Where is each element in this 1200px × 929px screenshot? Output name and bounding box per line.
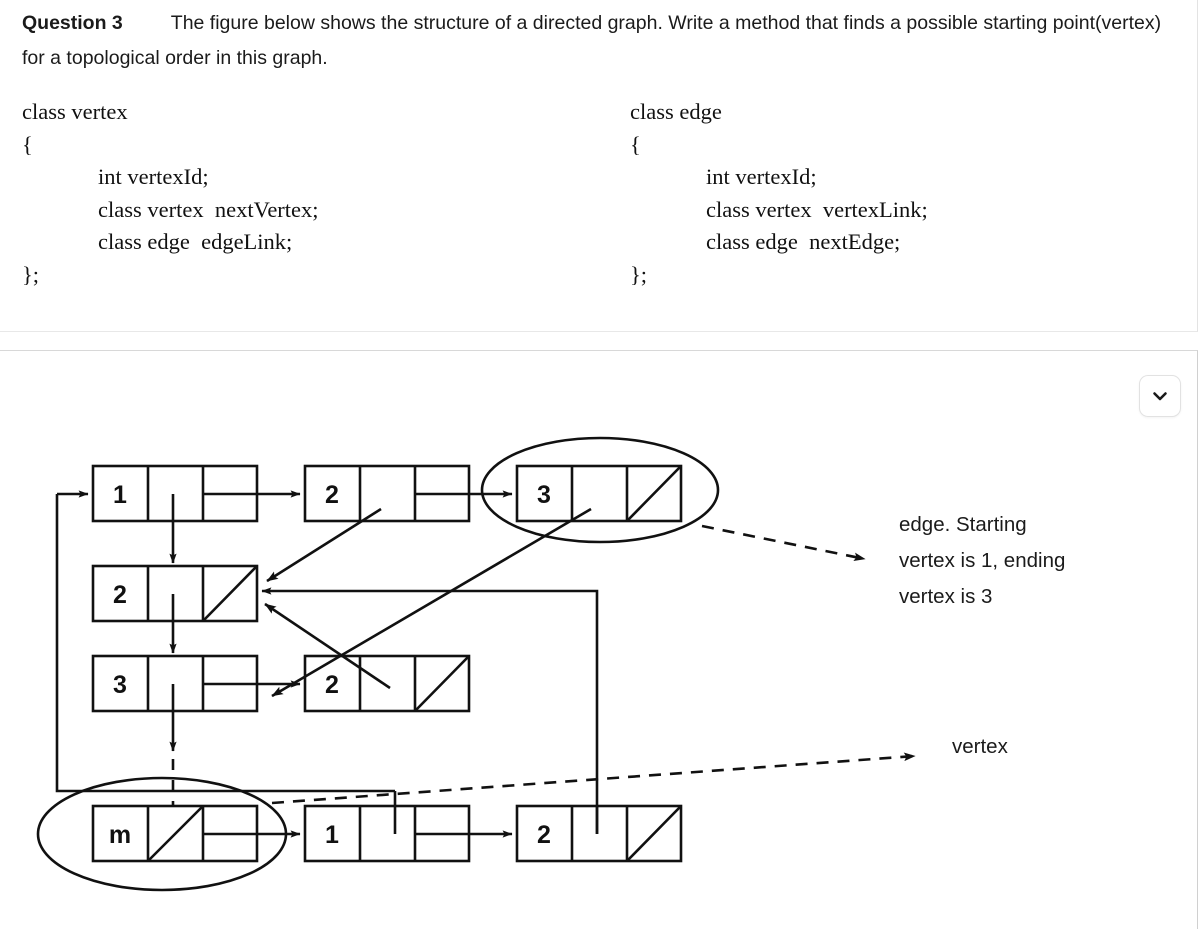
vertex-annotation-line-0: vertex [952, 735, 1009, 758]
class-edge-code: class edge { int vertexId; class vertex … [630, 96, 928, 291]
class-vertex-open-brace: { [22, 131, 33, 157]
node-label-edge-2: 2 [325, 481, 339, 509]
edge-annotation-line-1: vertex is 1, ending [899, 549, 1065, 572]
class-edge-member-2: class edge nextEdge; [706, 229, 901, 254]
vertex-annotation: vertex [952, 735, 1009, 758]
question-panel: Question 3 The figure below shows the str… [0, 0, 1198, 332]
edge-annotation-line-2: vertex is 3 [899, 585, 992, 608]
question-label: Question 3 [22, 12, 123, 34]
node-label-edge-2b: 2 [325, 671, 339, 699]
node-label-vertex-3: 3 [113, 671, 127, 699]
class-edge-member-0: int vertexId; [706, 164, 817, 189]
node-label-vertex-m: m [109, 821, 131, 849]
class-vertex-member-1: class vertex nextVertex; [98, 196, 319, 222]
vertex-annotation-leader [271, 752, 916, 805]
question-prompt: Question 3 The figure below shows the str… [22, 6, 1162, 76]
graph-structure-figure: 1 2 3 2 3 2 m 1 2 edge. Starting vertex … [36, 436, 1065, 892]
class-edge-close-brace: }; [630, 261, 648, 287]
screenshot-root: Question 3 The figure below shows the str… [0, 0, 1200, 929]
node-label-edge-3: 3 [537, 481, 551, 509]
edge-annotation-line-0: edge. Starting [899, 513, 1027, 536]
edge-annotation: edge. Starting vertex is 1, ending verte… [899, 513, 1065, 608]
class-vertex-member-0: int vertexId; [98, 164, 209, 189]
class-edge-header: class edge [630, 99, 722, 124]
edge-annotation-leader [701, 524, 866, 562]
node-label-edge-2c: 2 [537, 821, 551, 849]
class-vertex-code: class vertex { int vertexId; class verte… [22, 96, 319, 291]
node-label-vertex-1: 1 [113, 481, 127, 509]
figure-panel: 1 2 3 2 3 2 m 1 2 edge. Starting vertex … [0, 350, 1198, 929]
question-text: The figure below shows the structure of … [22, 12, 1162, 69]
node-label-edge-1: 1 [325, 821, 339, 849]
class-vertex-close-brace: }; [22, 261, 40, 287]
class-edge-member-1: class vertex vertexLink; [706, 196, 928, 222]
class-vertex-header: class vertex [22, 99, 128, 124]
class-edge-open-brace: { [630, 131, 641, 157]
class-vertex-member-2: class edge edgeLink; [98, 229, 293, 254]
node-label-vertex-2: 2 [113, 581, 127, 609]
